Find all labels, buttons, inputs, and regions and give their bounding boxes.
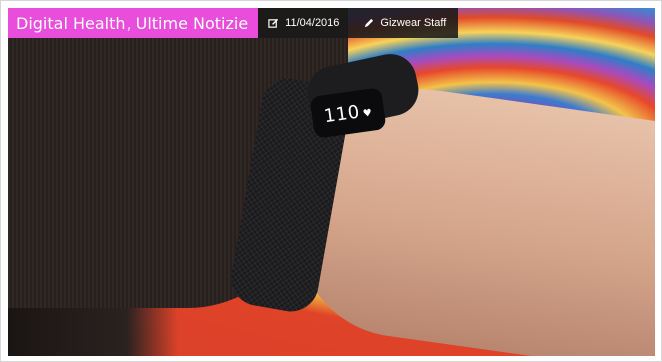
category-link-digital-health[interactable]: Digital Health bbox=[16, 14, 126, 33]
category-link-ultime-notizie[interactable]: Ultime Notizie bbox=[136, 14, 249, 33]
device-display-value: 110 bbox=[322, 100, 362, 127]
post-info: 11/04/2016 Gizwear Staff bbox=[258, 8, 459, 38]
post-thumbnail-frame: 110 ♥ Digital Health , Ultime Notizie 11… bbox=[0, 0, 662, 362]
heart-icon: ♥ bbox=[362, 107, 374, 120]
featured-image[interactable]: 110 ♥ bbox=[8, 8, 655, 356]
edit-icon bbox=[268, 18, 279, 29]
category-separator: , bbox=[126, 13, 132, 33]
post-meta-bar: Digital Health , Ultime Notizie 11/04/20… bbox=[8, 8, 459, 38]
post-author[interactable]: Gizwear Staff bbox=[380, 17, 446, 29]
pencil-icon bbox=[363, 18, 374, 29]
category-list: Digital Health , Ultime Notizie bbox=[8, 8, 259, 38]
post-date: 11/04/2016 bbox=[285, 17, 340, 29]
